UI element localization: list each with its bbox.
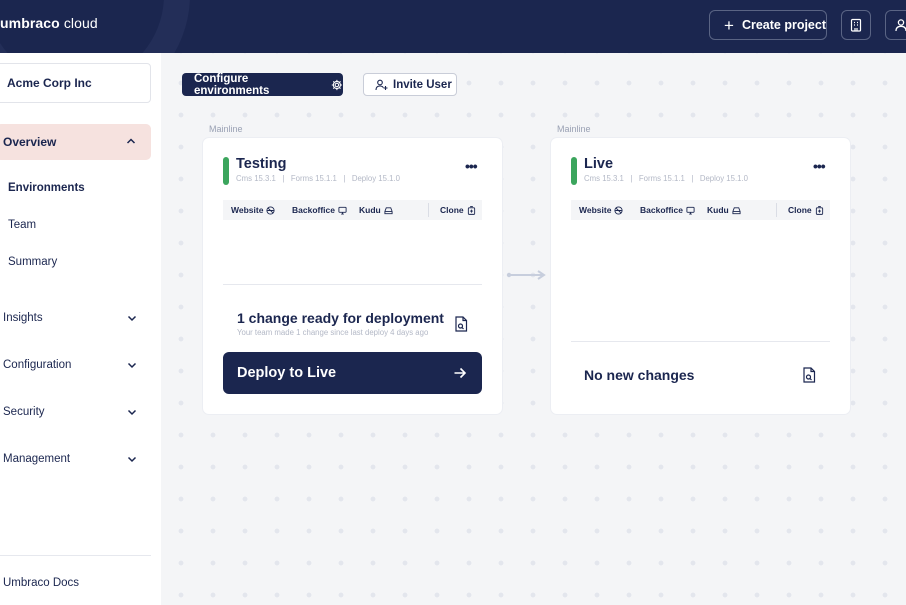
chevron-down-icon: [127, 456, 137, 463]
environment-links: Website Backoffice Kudu Clone: [223, 200, 482, 220]
pipeline-connector: [506, 270, 546, 280]
sidebar-item-label: Security: [3, 406, 45, 418]
kudu-link[interactable]: Kudu: [359, 205, 393, 215]
drive-icon: [732, 206, 741, 214]
umbraco-docs-link[interactable]: Umbraco Docs: [3, 577, 79, 589]
environment-card-live: Live Cms 15.3.1 | Forms 15.1.1 | Deploy …: [551, 138, 850, 414]
invite-user-label: Invite User: [393, 78, 452, 91]
card-divider: [571, 341, 830, 342]
globe-icon: [614, 205, 623, 215]
umbraco-cloud-logo[interactable]: umbraco cloud: [0, 15, 98, 31]
sidebar-item-label: Overview: [3, 135, 57, 149]
plus-icon: +: [724, 15, 734, 35]
sidebar: Acme Corp Inc Overview Environments Team…: [0, 53, 161, 605]
sidebar-item-security[interactable]: Security: [3, 406, 138, 418]
user-icon: [895, 19, 906, 32]
clone-icon: [815, 205, 823, 215]
brand-light: cloud: [59, 15, 98, 31]
sidebar-item-label: Management: [3, 453, 71, 465]
link-separator: [776, 203, 777, 217]
clone-link[interactable]: Clone: [440, 205, 476, 215]
invite-user-button[interactable]: Invite User: [363, 73, 457, 96]
building-icon: [850, 18, 862, 32]
clone-link[interactable]: Clone: [788, 205, 824, 215]
brand-bold: umbraco: [0, 15, 60, 31]
configure-environments-label: Configure environments: [194, 72, 270, 97]
sidebar-item-team[interactable]: Team: [8, 219, 36, 231]
gear-icon: [332, 79, 343, 90]
change-summary-title: 1 change ready for deployment: [237, 310, 444, 326]
sidebar-item-overview[interactable]: Overview: [0, 124, 151, 160]
kudu-label: Kudu: [707, 205, 729, 215]
sidebar-item-summary[interactable]: Summary: [8, 256, 57, 268]
drive-icon: [384, 206, 393, 214]
website-link[interactable]: Website: [579, 205, 623, 215]
backoffice-label: Backoffice: [640, 205, 683, 215]
backoffice-link[interactable]: Backoffice: [640, 205, 695, 215]
lane-label: Mainline: [209, 124, 243, 134]
clone-icon: [467, 205, 475, 215]
sidebar-item-configuration[interactable]: Configuration: [3, 359, 138, 371]
globe-icon: [266, 205, 275, 215]
clone-label: Clone: [440, 205, 464, 215]
backoffice-label: Backoffice: [292, 205, 335, 215]
link-separator: [428, 203, 429, 217]
card-divider: [223, 284, 482, 285]
deploy-to-live-button[interactable]: Deploy to Live: [223, 352, 482, 394]
change-summary-subtitle: Your team made 1 change since last deplo…: [237, 328, 429, 337]
create-project-button[interactable]: + Create project: [709, 10, 827, 40]
environment-name: Live: [584, 156, 614, 172]
monitor-icon: [338, 206, 347, 215]
organization-button[interactable]: [841, 10, 871, 40]
environment-links: Website Backoffice Kudu Clone: [571, 200, 830, 220]
environment-status-indicator: [571, 157, 577, 185]
arrow-right-icon: [454, 367, 467, 379]
sidebar-item-label: Configuration: [3, 359, 72, 371]
main-content: Configure environments Invite User Mainl…: [161, 53, 906, 605]
configure-environments-button[interactable]: Configure environments: [182, 72, 343, 97]
create-project-label: Create project: [741, 18, 826, 32]
kudu-label: Kudu: [359, 205, 381, 215]
backoffice-link[interactable]: Backoffice: [292, 205, 347, 215]
sidebar-item-insights[interactable]: Insights: [3, 312, 138, 324]
file-search-icon[interactable]: [802, 367, 816, 383]
sidebar-item-environments[interactable]: Environments: [8, 182, 85, 194]
website-label: Website: [231, 205, 264, 215]
clone-label: Clone: [788, 205, 812, 215]
environment-versions: Cms 15.3.1 | Forms 15.1.1 | Deploy 15.1.…: [236, 174, 400, 183]
environment-status-indicator: [223, 157, 229, 185]
environment-versions: Cms 15.3.1 | Forms 15.1.1 | Deploy 15.1.…: [584, 174, 748, 183]
chevron-down-icon: [127, 362, 137, 369]
sidebar-item-management[interactable]: Management: [3, 453, 138, 465]
monitor-icon: [686, 206, 695, 215]
deploy-label: Deploy to Live: [237, 365, 337, 381]
chevron-up-icon: [126, 138, 136, 144]
kudu-link[interactable]: Kudu: [707, 205, 741, 215]
organization-selector[interactable]: Acme Corp Inc: [0, 63, 151, 103]
environment-menu-button[interactable]: •••: [813, 158, 826, 174]
environment-card-testing: Testing Cms 15.3.1 | Forms 15.1.1 | Depl…: [203, 138, 502, 414]
add-user-icon: [375, 79, 388, 90]
organization-name: Acme Corp Inc: [7, 76, 92, 90]
website-label: Website: [579, 205, 612, 215]
environment-menu-button[interactable]: •••: [465, 158, 478, 174]
environment-name: Testing: [236, 156, 287, 172]
user-menu-button[interactable]: [885, 10, 906, 40]
chevron-down-icon: [127, 409, 137, 416]
website-link[interactable]: Website: [231, 205, 275, 215]
sidebar-item-label: Insights: [3, 312, 43, 324]
lane-label: Mainline: [557, 124, 591, 134]
no-changes-label: No new changes: [584, 367, 695, 383]
sidebar-divider: [0, 555, 151, 556]
file-search-icon[interactable]: [454, 316, 468, 332]
chevron-down-icon: [127, 315, 137, 322]
top-header: umbraco cloud + Create project: [0, 0, 906, 53]
